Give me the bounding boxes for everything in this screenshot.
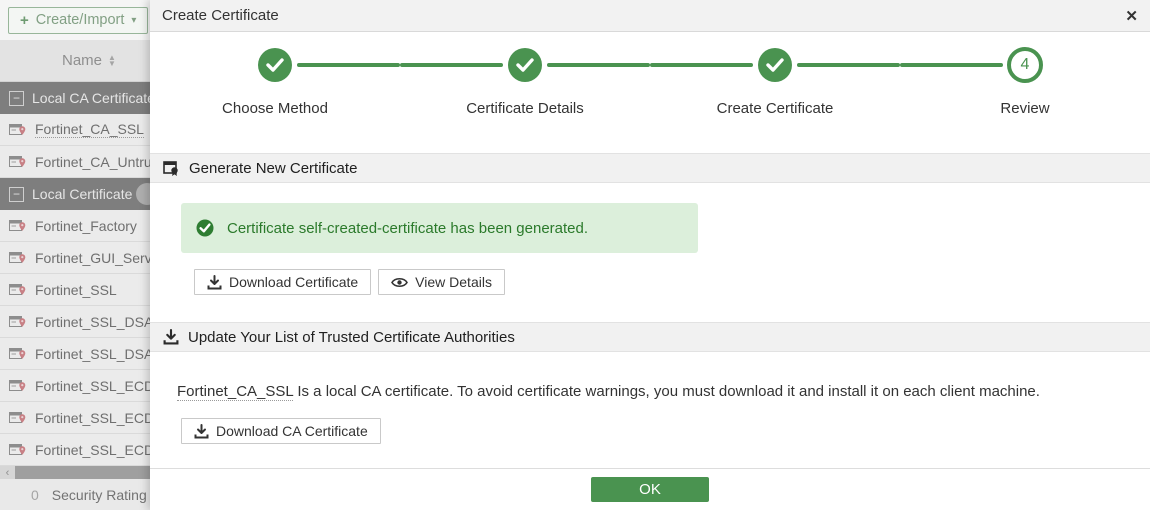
- step-check-icon: [258, 48, 292, 82]
- step-label: Choose Method: [150, 100, 400, 117]
- wizard-stepper: Choose Method Certificate Details Create…: [150, 32, 1150, 117]
- scrollbar-thumb[interactable]: [15, 466, 150, 479]
- caret-down-icon: ▾: [131, 15, 136, 26]
- step-label: Review: [900, 100, 1150, 117]
- name-column-header[interactable]: Name ▲▼: [0, 40, 150, 82]
- table-row[interactable]: Fortinet_SSL_ECDSA256: [0, 370, 150, 402]
- certificate-icon: [163, 160, 180, 177]
- certificates-toolbar: + Create/Import ▾: [0, 0, 150, 40]
- certificate-pin-icon: [9, 314, 27, 330]
- download-icon: [207, 275, 222, 290]
- group-row-local-certificate[interactable]: − Local Certificate: [0, 178, 150, 210]
- certificate-pin-icon: [9, 122, 27, 138]
- step-label: Create Certificate: [650, 100, 900, 117]
- certificate-pin-icon: [9, 378, 27, 394]
- view-details-button[interactable]: View Details: [378, 269, 505, 295]
- step-create-certificate: Create Certificate: [650, 46, 900, 117]
- status-label: Security Rating Issues: [52, 487, 150, 503]
- cert-name: Fortinet_CA_Untrusted: [35, 154, 150, 170]
- certificate-pin-icon: [9, 442, 27, 458]
- modal-footer: OK: [150, 468, 1150, 510]
- certificate-pin-icon: [9, 250, 27, 266]
- modal-header: Create Certificate ✕: [150, 0, 1150, 32]
- download-ca-certificate-button[interactable]: Download CA Certificate: [181, 418, 381, 444]
- section-title: Update Your List of Trusted Certificate …: [188, 329, 515, 346]
- download-icon: [163, 329, 179, 345]
- plus-icon: +: [20, 12, 29, 29]
- table-row[interactable]: Fortinet_CA_Untrusted: [0, 146, 150, 178]
- cert-name: Fortinet_SSL_ECDSA256: [35, 378, 150, 394]
- collapse-minus-icon[interactable]: −: [9, 187, 24, 202]
- ca-note-text: Fortinet_CA_SSL Is a local CA certificat…: [177, 383, 1150, 400]
- group-label: Local CA Certificate: [32, 90, 150, 106]
- section-generate-new-certificate: Generate New Certificate: [150, 153, 1150, 183]
- create-import-label: Create/Import: [36, 12, 125, 28]
- table-row[interactable]: Fortinet_SSL_ECDSA521: [0, 434, 150, 466]
- success-alert: Certificate self-created-certificate has…: [181, 203, 698, 253]
- step-label: Certificate Details: [400, 100, 650, 117]
- certificate-pin-icon: [9, 282, 27, 298]
- ca-note-body: Is a local CA certificate. To avoid cert…: [297, 383, 1040, 400]
- alert-message: Certificate self-created-certificate has…: [227, 220, 588, 237]
- horizontal-scrollbar[interactable]: ‹: [0, 466, 150, 479]
- create-import-button[interactable]: + Create/Import ▾: [8, 7, 148, 34]
- collapse-minus-icon[interactable]: −: [9, 91, 24, 106]
- step-certificate-details: Certificate Details: [400, 46, 650, 117]
- table-row[interactable]: Fortinet_SSL_DSA2048: [0, 338, 150, 370]
- table-row[interactable]: Fortinet_GUI_Server: [0, 242, 150, 274]
- step-check-icon: [508, 48, 542, 82]
- table-row[interactable]: Fortinet_CA_SSL: [0, 114, 150, 146]
- cert-name: Fortinet_Factory: [35, 218, 137, 234]
- section-update-trusted-cas: Update Your List of Trusted Certificate …: [150, 322, 1150, 352]
- certificate-pin-icon: [9, 410, 27, 426]
- step-review: 4 Review: [900, 46, 1150, 117]
- download-certificate-button[interactable]: Download Certificate: [194, 269, 371, 295]
- step-choose-method: Choose Method: [150, 46, 400, 117]
- ok-button[interactable]: OK: [591, 477, 709, 502]
- cert-name: Fortinet_SSL_DSA2048: [35, 346, 150, 362]
- eye-icon: [391, 276, 408, 289]
- ca-cert-name: Fortinet_CA_SSL: [177, 383, 293, 401]
- security-rating-statusbar[interactable]: 0 Security Rating Issues: [0, 479, 150, 510]
- cert-name: Fortinet_GUI_Server: [35, 250, 150, 266]
- step-check-icon: [758, 48, 792, 82]
- scroll-left-icon[interactable]: ‹: [0, 466, 15, 479]
- cert-name: Fortinet_CA_SSL: [35, 121, 144, 138]
- certificate-pin-icon: [9, 154, 27, 170]
- table-row[interactable]: Fortinet_SSL: [0, 274, 150, 306]
- close-icon[interactable]: ✕: [1125, 7, 1138, 25]
- certificates-table-panel: + Create/Import ▾ Name ▲▼ − Local CA Cer…: [0, 0, 150, 510]
- download-icon: [194, 424, 209, 439]
- count-badge: [136, 183, 150, 205]
- certificate-pin-icon: [9, 346, 27, 362]
- table-row[interactable]: Fortinet_Factory: [0, 210, 150, 242]
- section-title: Generate New Certificate: [189, 160, 357, 177]
- modal-title: Create Certificate: [162, 7, 279, 24]
- success-check-icon: [196, 219, 214, 237]
- table-row[interactable]: Fortinet_SSL_DSA1024: [0, 306, 150, 338]
- issue-count: 0: [31, 487, 39, 503]
- step-number-badge: 4: [1007, 47, 1043, 83]
- create-certificate-modal: Create Certificate ✕ Choose Method Certi…: [150, 0, 1150, 510]
- sort-icon[interactable]: ▲▼: [108, 55, 116, 67]
- name-header-label: Name: [62, 52, 102, 69]
- certificate-pin-icon: [9, 218, 27, 234]
- cert-name: Fortinet_SSL_DSA1024: [35, 314, 150, 330]
- group-row-local-ca-certificate[interactable]: − Local CA Certificate: [0, 82, 150, 114]
- group-label: Local Certificate: [32, 186, 132, 202]
- cert-name: Fortinet_SSL_ECDSA521: [35, 442, 150, 458]
- cert-name: Fortinet_SSL: [35, 282, 117, 298]
- table-row[interactable]: Fortinet_SSL_ECDSA384: [0, 402, 150, 434]
- cert-name: Fortinet_SSL_ECDSA384: [35, 410, 150, 426]
